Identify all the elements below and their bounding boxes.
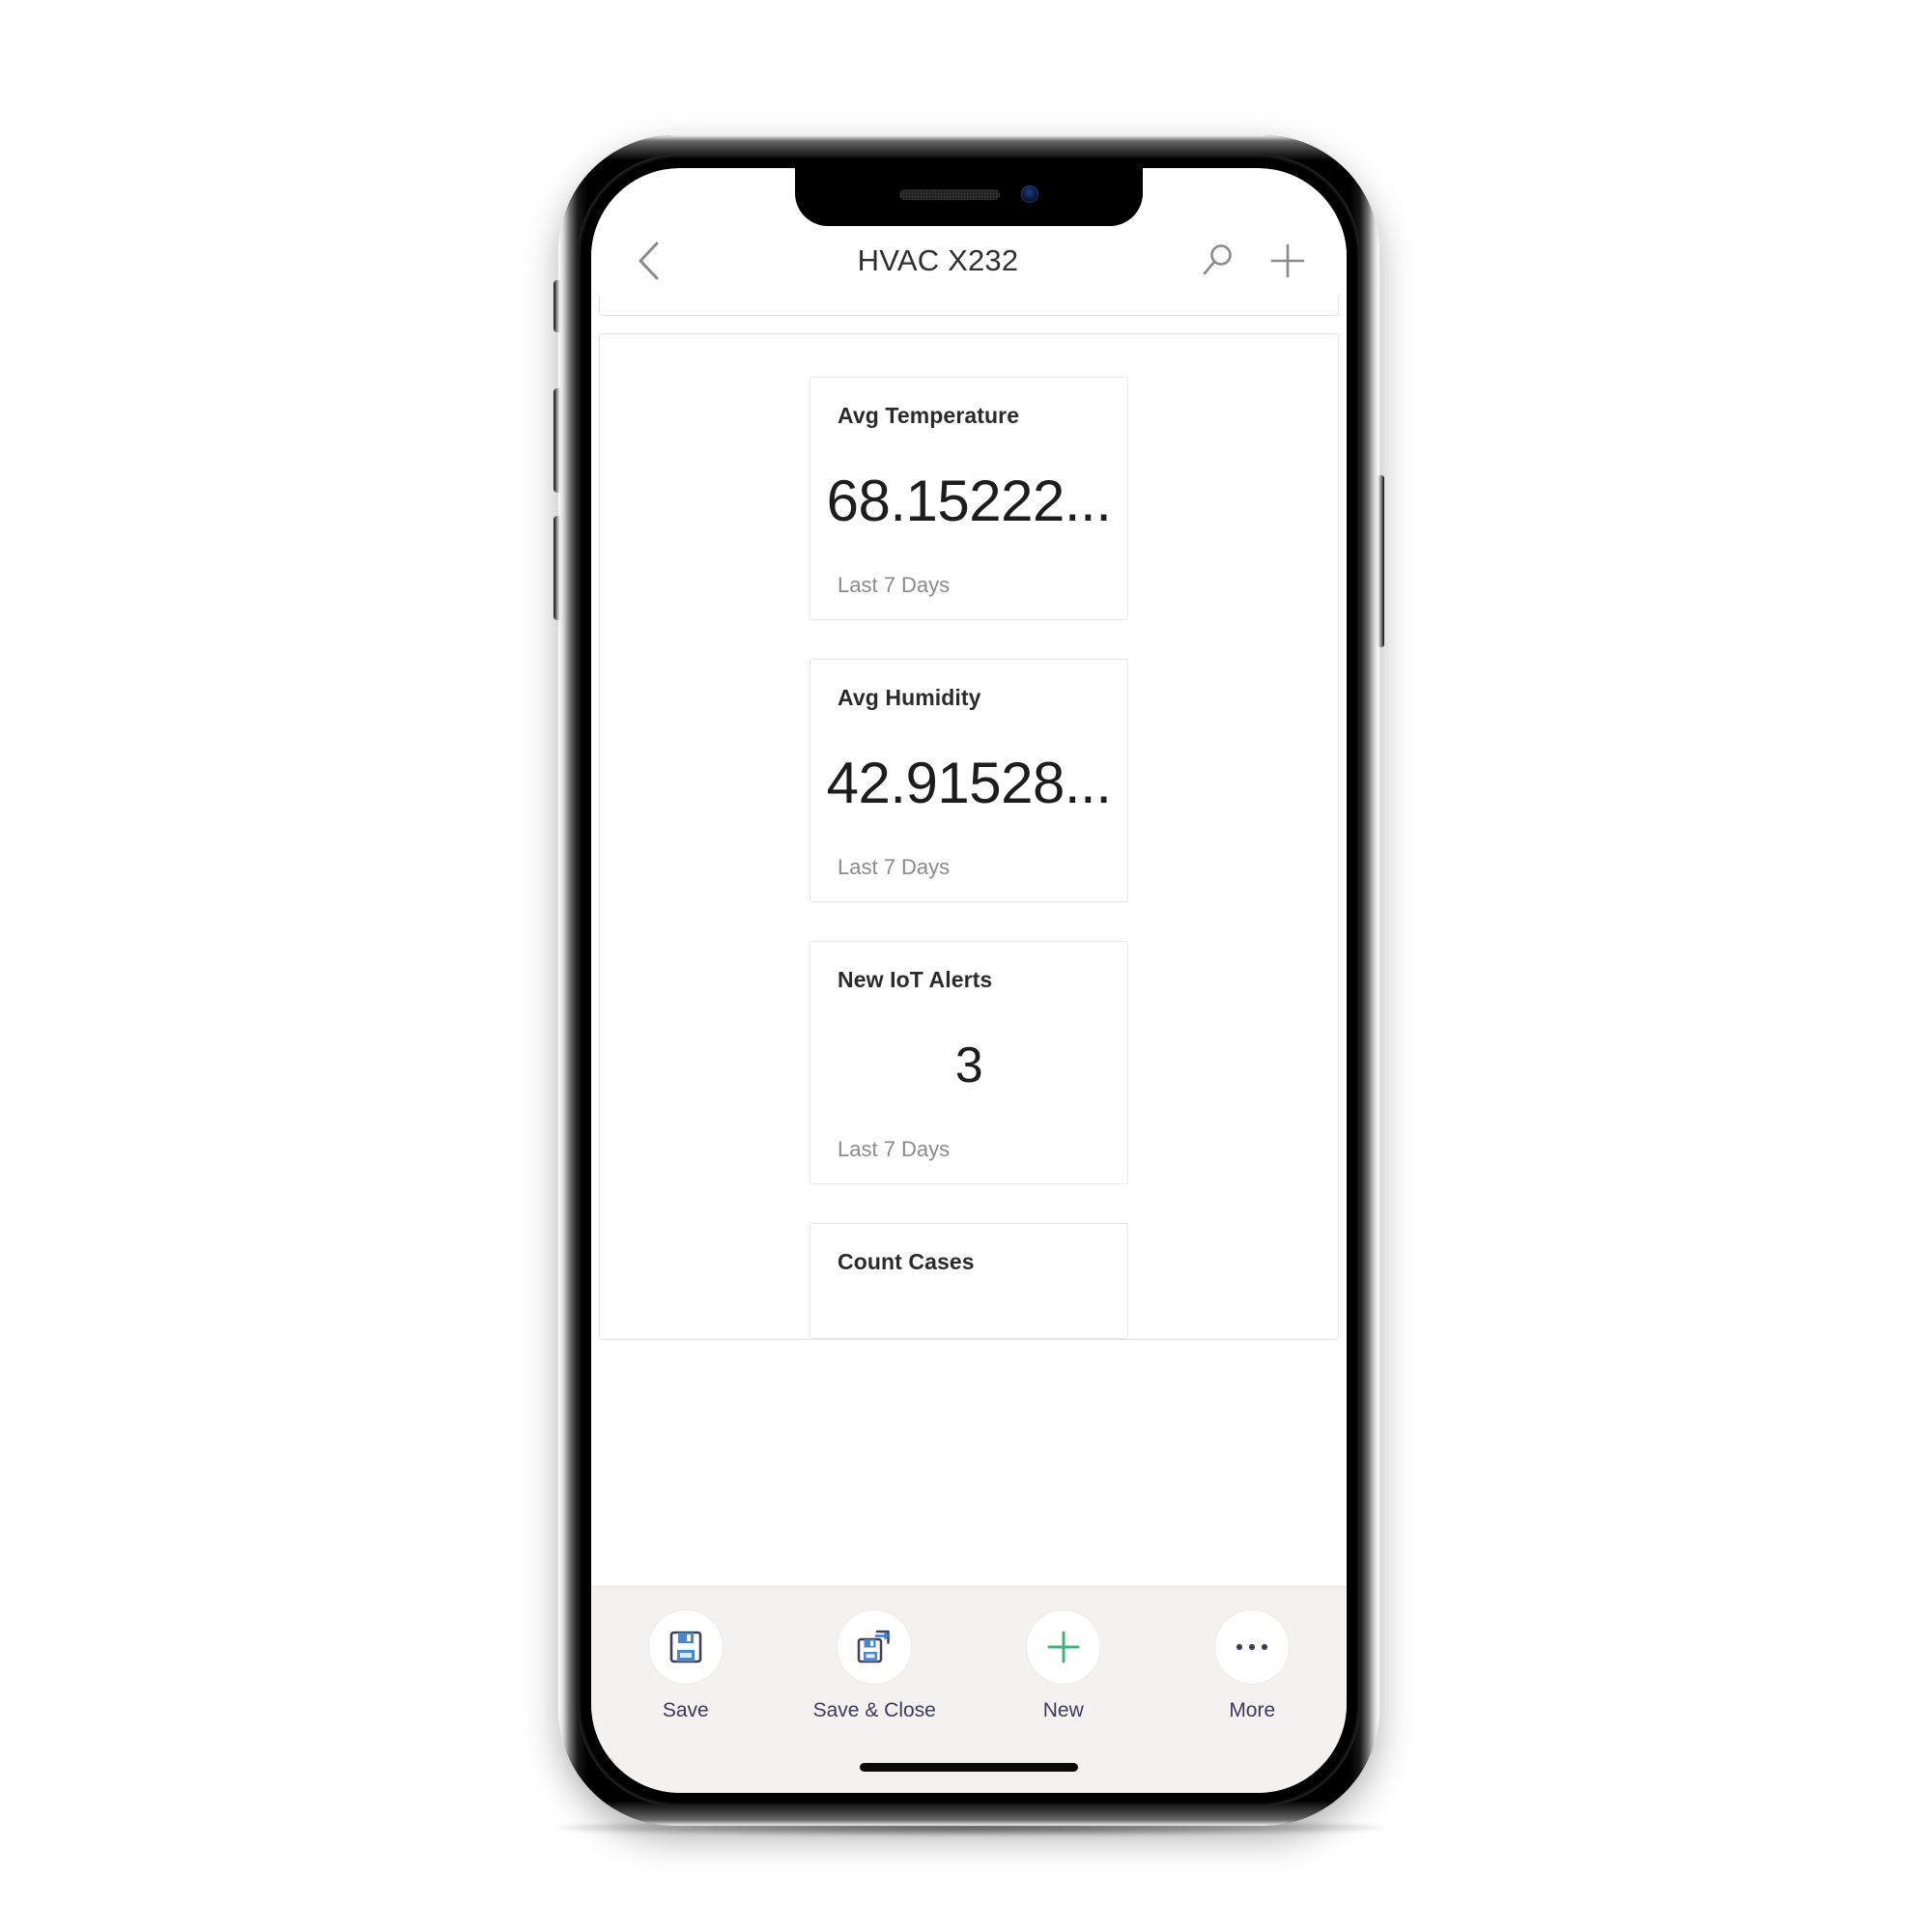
ellipsis-icon	[1236, 1643, 1268, 1651]
app-header: HVAC X232	[591, 226, 1347, 296]
command-bar: Save Save & Close New More	[591, 1586, 1347, 1793]
kpi-title: Avg Humidity	[838, 685, 981, 710]
silent-switch-button[interactable]	[554, 280, 560, 332]
kpi-value-wrap: 3	[838, 993, 1100, 1137]
kpi-value-wrap: 68.15222...	[827, 429, 1112, 573]
dashboard-panel: Avg Temperature 68.15222... Last 7 Days …	[599, 333, 1339, 1340]
front-camera-icon	[1021, 185, 1038, 203]
kpi-footer: Last 7 Days	[838, 855, 951, 879]
kpi-value: 42.91528...	[826, 750, 1112, 815]
volume-up-button[interactable]	[554, 388, 560, 493]
more-button-circle	[1215, 1610, 1290, 1684]
kpi-card[interactable]: Avg Temperature 68.15222... Last 7 Days	[810, 377, 1128, 620]
phone-bezel: HVAC X232 Avg Temperature 68.15222... La…	[578, 155, 1360, 1806]
form-content-scroll-area[interactable]: Avg Temperature 68.15222... Last 7 Days …	[591, 296, 1347, 1586]
new-button[interactable]: New	[991, 1610, 1136, 1722]
save-button-label: Save	[662, 1699, 709, 1721]
screenshot-canvas: HVAC X232 Avg Temperature 68.15222... La…	[0, 0, 1932, 1932]
save-button-circle	[648, 1610, 723, 1684]
volume-down-button[interactable]	[554, 516, 560, 620]
kpi-card[interactable]: Avg Humidity 42.91528... Last 7 Days	[810, 659, 1128, 902]
phone-device-frame: HVAC X232 Avg Temperature 68.15222... La…	[554, 135, 1384, 1826]
home-indicator[interactable]	[860, 1763, 1078, 1772]
page-title: HVAC X232	[857, 243, 1019, 277]
kpi-value: 3	[954, 1037, 983, 1094]
save-button[interactable]: Save	[613, 1610, 758, 1722]
search-button[interactable]	[1192, 235, 1244, 287]
kpi-card[interactable]: New IoT Alerts 3 Last 7 Days	[810, 941, 1128, 1184]
save-and-close-icon	[858, 1630, 891, 1663]
previous-section-panel-partial	[599, 296, 1339, 316]
new-button-circle	[1026, 1610, 1100, 1684]
kpi-value: 68.15222...	[826, 468, 1112, 533]
chevron-left-icon	[639, 242, 659, 280]
save-and-close-button-circle	[838, 1610, 912, 1684]
plus-icon	[1047, 1631, 1080, 1663]
kpi-title: Count Cases	[838, 1249, 975, 1274]
header-actions	[1192, 235, 1314, 287]
new-button-label: New	[1042, 1699, 1084, 1721]
kpi-value-wrap: 42.91528...	[827, 711, 1112, 855]
back-button[interactable]	[624, 236, 674, 286]
search-icon	[1203, 244, 1232, 275]
kpi-footer: Last 7 Days	[838, 573, 951, 597]
phone-screen: HVAC X232 Avg Temperature 68.15222... La…	[591, 168, 1347, 1793]
earpiece-speaker-icon	[899, 188, 1000, 200]
phone-notch	[795, 168, 1143, 226]
more-button-label: More	[1229, 1699, 1276, 1721]
kpi-title: Avg Temperature	[838, 403, 1020, 428]
more-button[interactable]: More	[1179, 1610, 1324, 1722]
kpi-title: New IoT Alerts	[838, 967, 993, 992]
save-and-close-button-label: Save & Close	[812, 1699, 936, 1721]
save-floppy-icon	[669, 1631, 702, 1663]
new-record-button[interactable]	[1262, 235, 1314, 287]
kpi-card[interactable]: Count Cases	[810, 1223, 1128, 1339]
power-button[interactable]	[1378, 475, 1384, 647]
save-and-close-button[interactable]: Save & Close	[802, 1610, 947, 1722]
plus-icon	[1270, 243, 1305, 278]
kpi-footer: Last 7 Days	[838, 1137, 951, 1161]
